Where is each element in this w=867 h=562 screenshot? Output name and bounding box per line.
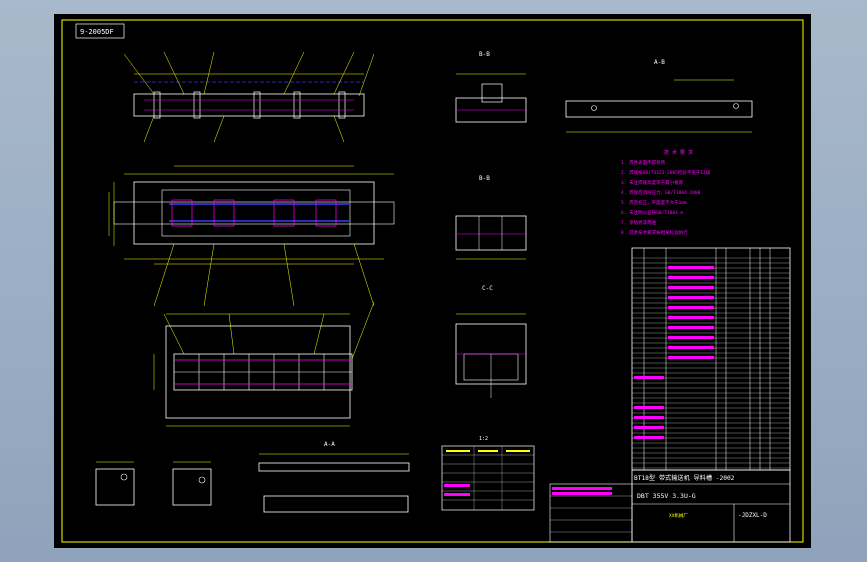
plate-view: [565, 79, 753, 133]
note-line-4: 4. 焊接后消除应力，GB/T1804-2000: [621, 189, 701, 196]
parts-list-table: [631, 247, 791, 471]
note-line-8: 8. 其余技术要求按相关标准执行: [621, 229, 688, 236]
svg-text:技 术 要 求: 技 术 要 求: [664, 149, 693, 156]
plan-view: [108, 165, 395, 307]
note-line-7: 7. 涂防锈漆两遍: [621, 219, 657, 226]
weld-table-scale: 1:2: [479, 436, 488, 442]
section-label-2: B-B: [479, 175, 490, 182]
title-block: BT18型 带式输送机 导料槽 -2002 DBT 355V 3.3U-G -J…: [549, 469, 791, 543]
cad-drawing[interactable]: 9-2005DF B-B B-B C-C A-A A-B 技 术 要 求 1. …: [54, 14, 811, 548]
drawing-number: -JDZXL-D: [738, 512, 767, 519]
section-label-1: B-B: [479, 51, 490, 58]
note-line-6: 6. 未注明公差按GB/T1804-m: [621, 209, 684, 216]
section-views: B-B B-B C-C A-A A-B: [324, 51, 665, 448]
note-line-2: 2. 焊缝按GB/T3323-2005检验不低于II级: [621, 169, 711, 176]
front-elevation-view: [123, 51, 375, 143]
section-label-4: A-A: [324, 441, 335, 448]
note-line-1: 1. 焊件表面不得有锈: [621, 159, 666, 166]
company-name: XX机械厂: [669, 512, 688, 519]
corner-tag: 9-2005DF: [80, 28, 114, 36]
drawing-border: [61, 19, 804, 543]
code-text: DBT 355V 3.3U-G: [637, 492, 696, 500]
note-line-5: 5. 焊后校正，平面度不大于1mm: [621, 199, 687, 206]
section-label-3: C-C: [482, 285, 493, 292]
cad-canvas[interactable]: 9-2005DF B-B B-B C-C A-A A-B 技 术 要 求 1. …: [54, 14, 811, 548]
weld-table: 1:2: [441, 436, 535, 511]
title-text: BT18型 带式输送机 导料槽 -2002: [634, 474, 735, 482]
note-line-3: 3. 未注焊缝高度等于最小板厚: [621, 179, 684, 186]
side-elevation-view: [153, 301, 375, 427]
technical-notes: 技 术 要 求 1. 焊件表面不得有锈 2. 焊缝按GB/T3323-2005检…: [621, 149, 711, 236]
detail-views: [95, 453, 410, 513]
section-label-5: A-B: [654, 59, 665, 66]
